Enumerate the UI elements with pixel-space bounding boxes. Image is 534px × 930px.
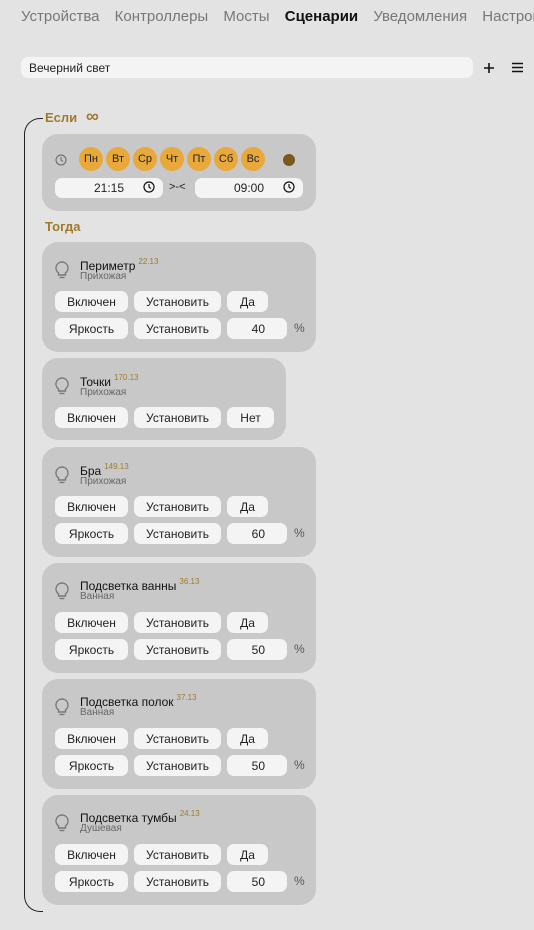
value-input[interactable]: 50 [227,639,287,660]
operation-select[interactable]: Установить [134,291,221,312]
property-select[interactable]: Яркость [55,523,128,544]
property-select[interactable]: Яркость [55,871,128,892]
unit-label: % [294,642,305,656]
value-input[interactable]: 40 [227,318,287,339]
tab-devices[interactable]: Устройства [21,8,99,25]
property-select[interactable]: Включен [55,496,128,517]
tab-scenarios[interactable]: Сценарии [285,8,358,25]
if-label: Если [45,110,78,125]
operation-select[interactable]: Установить [134,407,221,428]
value-select[interactable]: Да [227,728,268,749]
device-id: 149.13 [104,462,129,471]
property-select[interactable]: Яркость [55,318,128,339]
tab-settings[interactable]: Настройки [482,8,534,25]
value-input[interactable]: 50 [227,871,287,892]
day-chip-mon[interactable]: Пн [79,147,103,171]
then-label: Тогда [45,219,81,234]
property-select[interactable]: Включен [55,612,128,633]
lightbulb-icon [53,260,71,280]
device-room: Ванная [80,591,115,602]
lightbulb-icon [53,376,71,396]
day-chip-tue[interactable]: Вт [106,147,130,171]
property-select[interactable]: Включен [55,291,128,312]
device-id: 37.13 [176,693,197,702]
operation-select[interactable]: Установить [134,318,221,339]
device-room: Прихожая [80,387,127,398]
unit-label: % [294,758,305,772]
value-select[interactable]: Да [227,496,268,517]
lightbulb-icon [53,813,71,833]
scenario-name-input[interactable] [21,57,473,78]
operation-select[interactable]: Установить [134,496,221,517]
property-select[interactable]: Включен [55,844,128,865]
status-dot[interactable] [283,154,295,166]
operation-select[interactable]: Установить [134,871,221,892]
operation-select[interactable]: Установить [134,728,221,749]
value-select[interactable]: Да [227,844,268,865]
condition-card [42,134,316,211]
tab-controllers[interactable]: Контроллеры [115,8,209,25]
operation-select[interactable]: Установить [134,612,221,633]
value-input[interactable]: 60 [227,523,287,544]
day-chip-sat[interactable]: Сб [214,147,238,171]
device-id: 36.13 [179,577,200,586]
scenario-bracket [24,118,43,912]
lightbulb-icon [53,465,71,485]
device-id: 170.13 [114,373,139,382]
time-to-value: 09:00 [233,181,265,195]
unit-label: % [294,874,305,888]
operation-select[interactable]: Установить [134,844,221,865]
value-select[interactable]: Да [227,612,268,633]
property-select[interactable]: Включен [55,407,128,428]
time-from-value: 21:15 [93,181,125,195]
operation-select[interactable]: Установить [134,755,221,776]
unit-label: % [294,526,305,540]
device-id: 22.13 [138,257,159,266]
tab-notifications[interactable]: Уведомления [373,8,467,25]
time-range-separator: >-< [169,181,186,193]
clock-icon [283,181,295,196]
tab-bridges[interactable]: Мосты [223,8,269,25]
operation-select[interactable]: Установить [134,639,221,660]
device-room: Ванная [80,707,115,718]
lightbulb-icon [53,697,71,717]
value-select[interactable]: Нет [227,407,274,428]
clock-icon [143,181,155,196]
property-select[interactable]: Яркость [55,639,128,660]
value-select[interactable]: Да [227,291,268,312]
device-room: Душевая [80,823,122,834]
operation-select[interactable]: Установить [134,523,221,544]
property-select[interactable]: Яркость [55,755,128,776]
clock-icon [55,153,67,171]
day-chip-wed[interactable]: Ср [133,147,157,171]
scenario-name-row [21,57,473,78]
day-chip-fri[interactable]: Пт [187,147,211,171]
day-chip-sun[interactable]: Вс [241,147,265,171]
time-to-field[interactable]: 09:00 [195,178,303,198]
value-input[interactable]: 50 [227,755,287,776]
lightbulb-icon [53,581,71,601]
property-select[interactable]: Включен [55,728,128,749]
plus-icon[interactable] [479,57,499,78]
device-room: Прихожая [80,476,127,487]
day-chip-thu[interactable]: Чт [160,147,184,171]
top-nav: Устройства Контроллеры Мосты Сценарии Ув… [21,8,534,25]
time-from-field[interactable]: 21:15 [55,178,163,198]
device-id: 24.13 [179,809,200,818]
menu-icon[interactable] [507,57,527,78]
unit-label: % [294,321,305,335]
device-room: Прихожая [80,271,127,282]
repeat-infinity-icon[interactable]: ∞ [86,106,99,127]
